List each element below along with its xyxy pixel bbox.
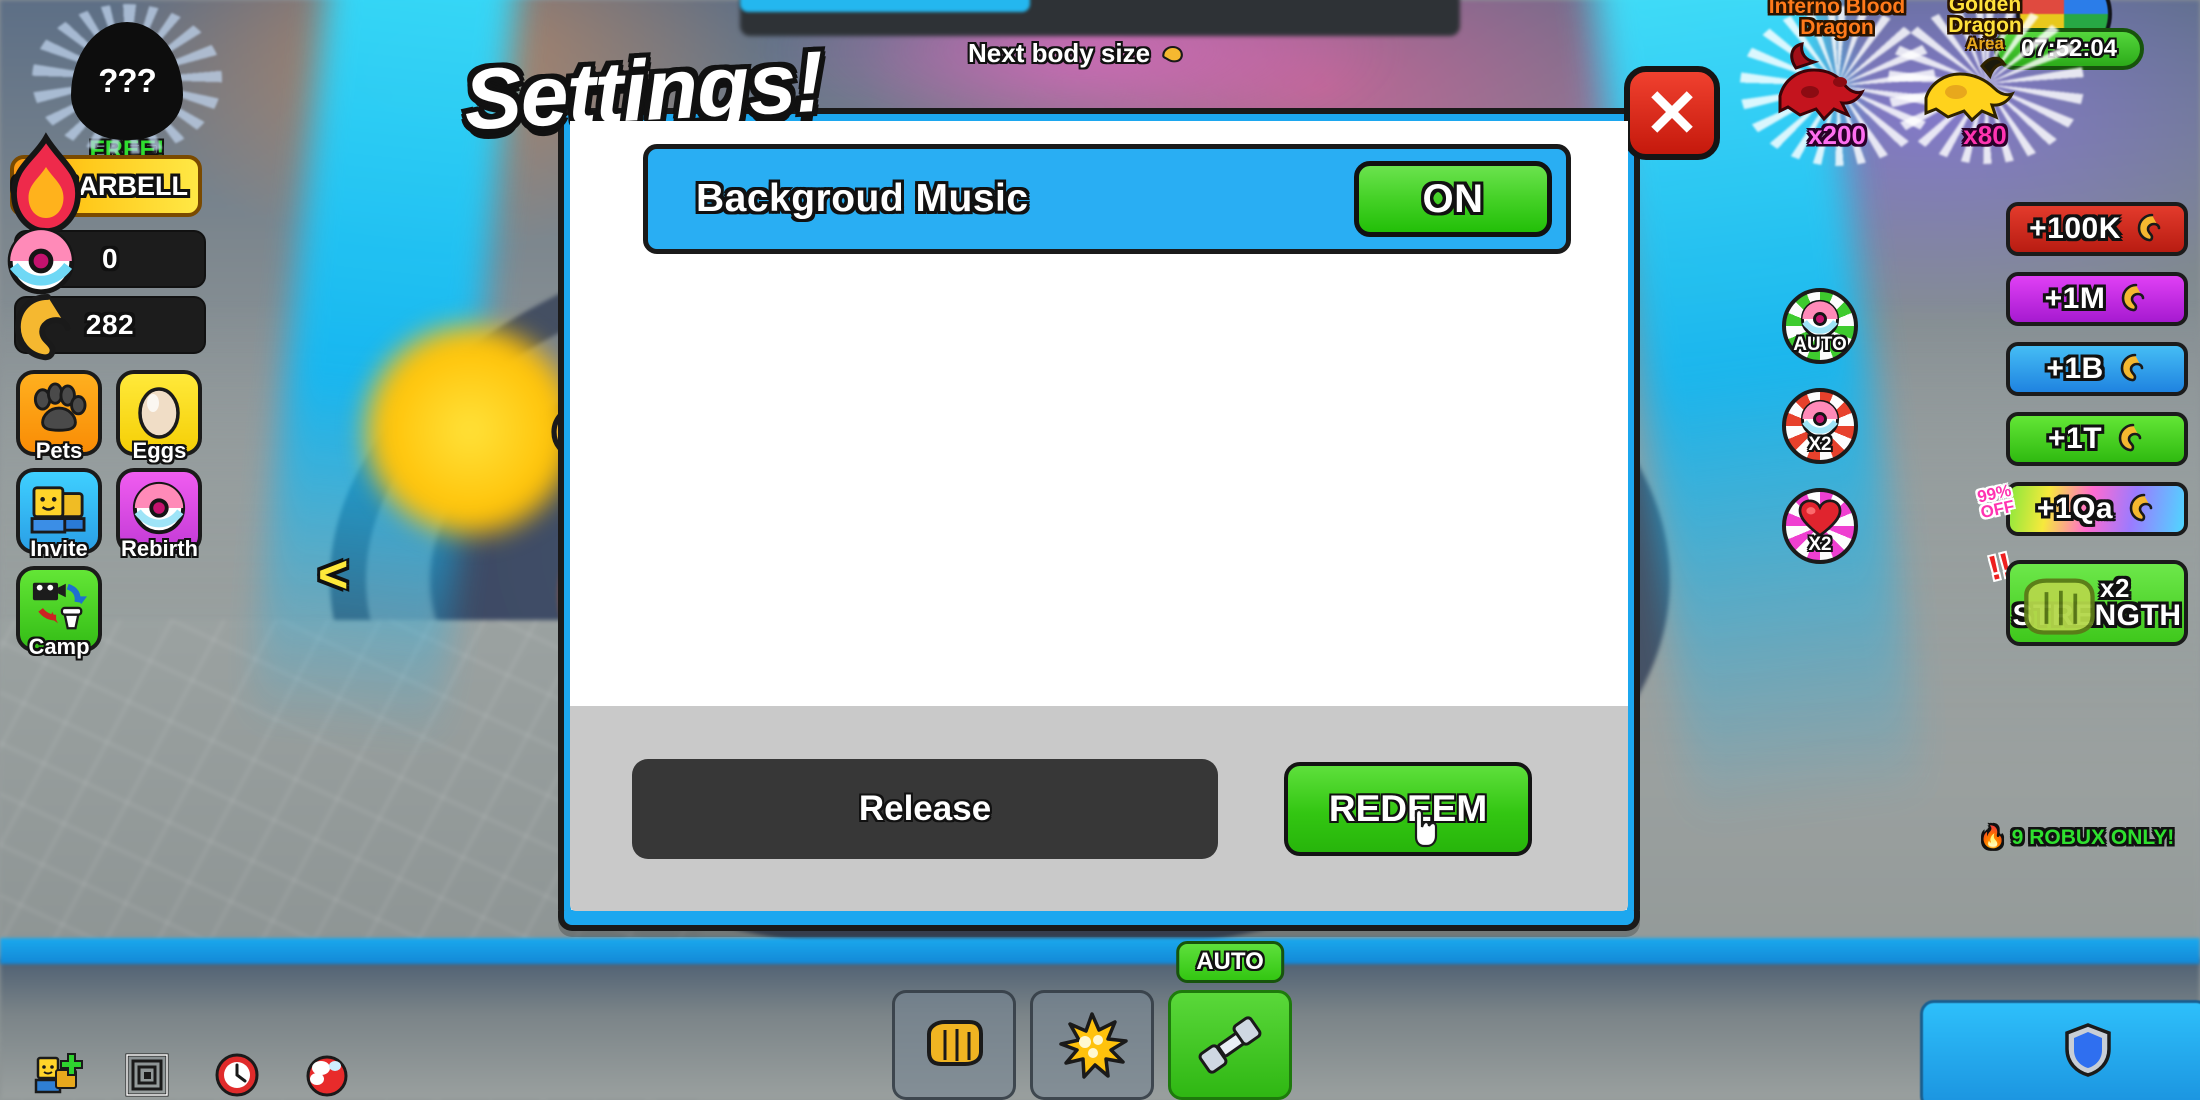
muscle-icon (1162, 45, 1183, 62)
buy-amount: +100K (2029, 212, 2121, 245)
camera-toilet-icon (32, 582, 88, 630)
settings-modal: Settings! ✕ Backgroud Music ON Release R… (462, 34, 1720, 931)
modal-footer: Release REDEEM (570, 706, 1628, 911)
buy-amount: +1T (2047, 422, 2103, 455)
stat-row-gems: 0 (7, 227, 206, 295)
muscle-icon (2120, 353, 2143, 382)
sidebar-item-rebirth[interactable]: Rebirth (116, 468, 203, 561)
paw-icon (33, 382, 87, 432)
sidebar-item-label: Eggs (132, 438, 187, 463)
muscle-icon (14, 294, 71, 361)
side-badge-label: X2 (1808, 534, 1832, 555)
background-music-toggle[interactable]: ON (1354, 161, 1552, 237)
hud-tile-grid: Pets Eggs Invite Rebirth Camp (16, 370, 226, 664)
strength-offer-button[interactable]: x2 STRENGTH (2006, 560, 2188, 646)
muscle-icon (2137, 213, 2161, 242)
pet-multiplier: x80 (1963, 120, 2007, 150)
dragon-icon (1778, 42, 1865, 122)
strength-value: 282 (85, 309, 135, 340)
sidebar-item-invite[interactable]: Invite (16, 468, 102, 561)
bottom-left-icon-row (34, 1052, 350, 1098)
auto-label: AUTO (1196, 948, 1264, 975)
friends-icon (30, 486, 86, 534)
buy-amount: +1B (2046, 352, 2104, 385)
sidebar-item-label: Camp (28, 634, 90, 659)
buy-button-1t[interactable]: +1T (2006, 412, 2188, 466)
action-slot-power[interactable] (1030, 990, 1154, 1100)
settings-list: Backgroud Music ON (570, 121, 1628, 718)
pet-name: Golden Dragon (1948, 0, 2022, 37)
side-badge-auto[interactable]: AUTO (1782, 288, 1858, 364)
top-progress-fill (740, 0, 1030, 12)
release-button[interactable]: Release (632, 758, 1218, 859)
release-label: Release (858, 788, 992, 828)
buy-button-1b[interactable]: +1B (2006, 342, 2188, 396)
setting-row-background-music: Backgroud Music ON (643, 144, 1571, 254)
buy-button-100k[interactable]: +100K (2006, 202, 2188, 256)
action-slot-lift[interactable]: AUTO (1168, 941, 1292, 1100)
buy-button-1m[interactable]: +1M (2006, 272, 2188, 326)
side-badge-x2-hearts[interactable]: X2 (1782, 488, 1858, 564)
gems-value: 0 (101, 243, 119, 274)
right-hud: 07:52:04 Inferno Blood Dragon x200 Golde… (1740, 0, 2200, 1100)
toggle-state-label: ON (1422, 176, 1484, 221)
sidebar-item-eggs[interactable]: Eggs (116, 370, 203, 463)
sidebar-item-label: Rebirth (120, 536, 198, 561)
pokeball-icon (7, 227, 75, 295)
star-burst-icon (1059, 1012, 1128, 1079)
sidebar-item-pets[interactable]: Pets (16, 370, 102, 463)
action-slot-punch[interactable] (892, 990, 1016, 1100)
buy-amount: +1M (2044, 282, 2106, 315)
dragon-icon (1924, 56, 2015, 123)
clock-icon[interactable] (214, 1052, 260, 1098)
next-body-size-label: Next body size (968, 38, 1186, 69)
muscle-icon (2118, 423, 2142, 452)
shield-icon[interactable] (2060, 1022, 2116, 1078)
add-friend-icon[interactable] (34, 1052, 83, 1098)
side-badge-label: X2 (1808, 434, 1832, 455)
fist-icon (927, 1020, 983, 1066)
bottom-blue-strip (0, 938, 2200, 964)
op-barbell-button[interactable]: OP BARBELL (10, 132, 202, 235)
flame-icon (11, 132, 81, 235)
sidebar-item-label: Invite (30, 536, 88, 561)
egg-icon (138, 387, 181, 439)
robux-price-note: 🔥 9 ROBUX ONLY! (1979, 826, 2175, 849)
redeem-label: REDEEM (1328, 787, 1488, 829)
buy-amount: +1Qa (2036, 492, 2114, 525)
bubble-icon[interactable] (304, 1052, 350, 1098)
setting-label: Backgroud Music (696, 177, 1029, 220)
side-badge-x2-pets[interactable]: X2 (1782, 388, 1858, 464)
pet-multiplier: x200 (1808, 120, 1866, 150)
collapse-hud-button[interactable]: < (318, 545, 348, 605)
pet-name: Inferno Blood Dragon (1768, 0, 1906, 39)
auto-toggle-badge[interactable]: AUTO (1176, 941, 1284, 983)
buy-button-1qa[interactable]: +1Qa (2006, 482, 2188, 536)
dumbbell-icon (1198, 1016, 1262, 1074)
mouse-cursor-icon (1414, 808, 1438, 847)
fist-icon (2024, 578, 2095, 635)
next-body-size-text: Next body size (968, 38, 1151, 68)
redeem-button[interactable]: REDEEM (1284, 761, 1532, 856)
pokeball-icon (133, 481, 186, 534)
sidebar-item-label: Pets (35, 438, 83, 463)
muscle-icon (2122, 283, 2145, 312)
action-bar: AUTO (892, 941, 1292, 1100)
close-button[interactable]: ✕ (1624, 66, 1720, 160)
side-badge-label: AUTO (1793, 334, 1847, 355)
close-icon: ✕ (1644, 75, 1700, 150)
egg-question-marks: ??? (98, 62, 156, 99)
muscle-icon (2129, 493, 2153, 522)
pet-card-golden: Golden Dragon Area x80 (1888, 0, 2084, 164)
stat-row-strength: 282 (14, 294, 206, 361)
maze-icon[interactable] (124, 1052, 170, 1098)
sidebar-item-camp[interactable]: Camp (16, 566, 102, 659)
